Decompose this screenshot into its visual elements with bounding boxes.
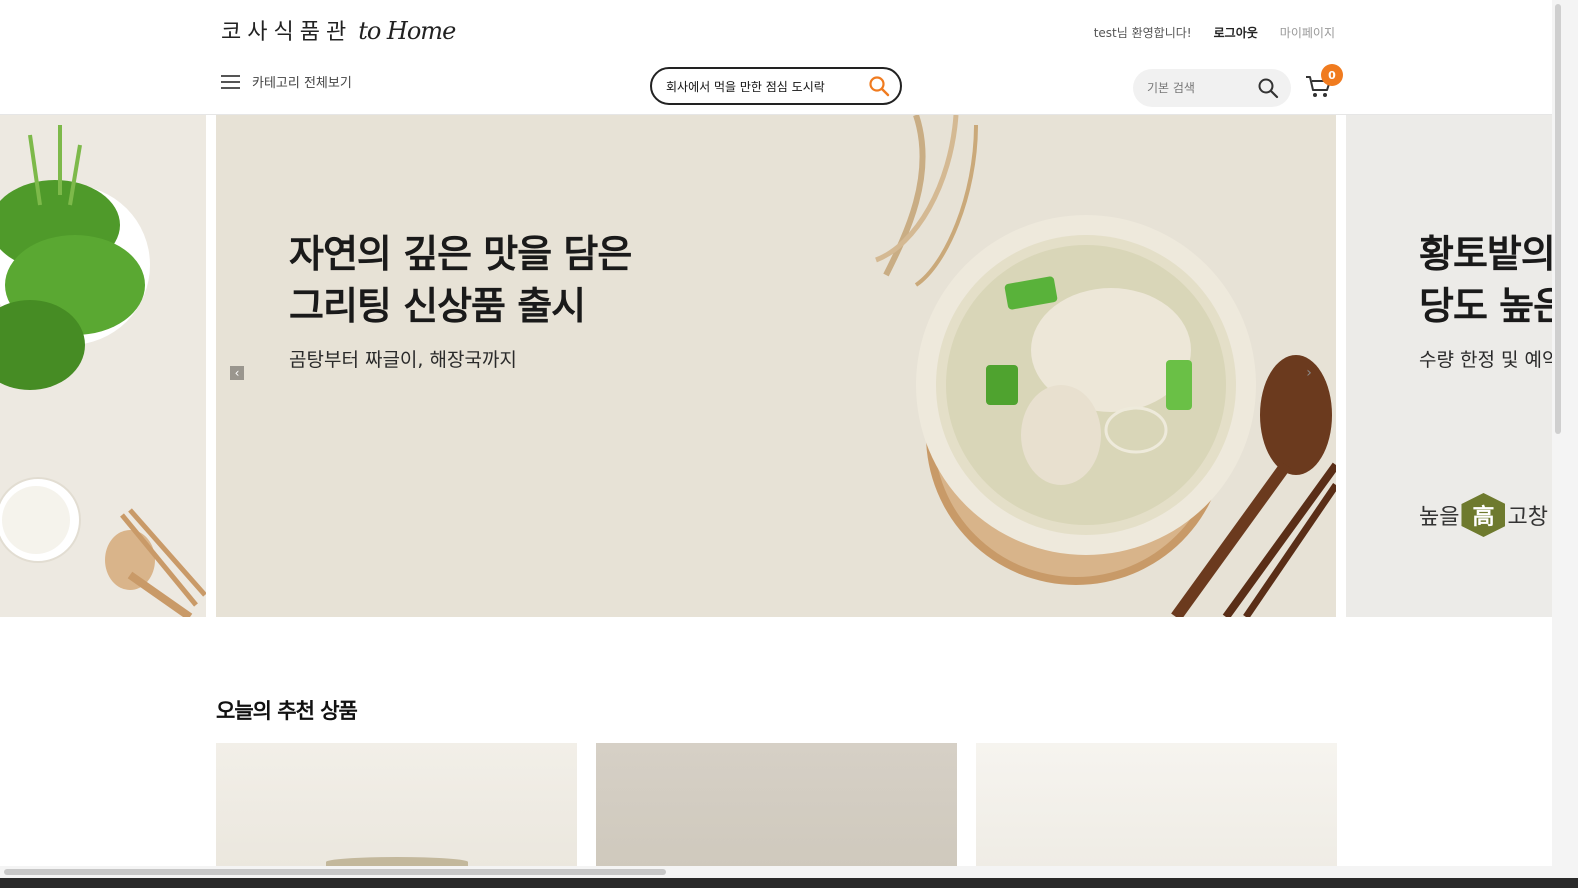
next-banner-title-line2: 당도 높은 <box>1419 284 1552 328</box>
brand-logo-right-text: 고창 <box>1507 505 1548 530</box>
cart-button[interactable]: 0 <box>1305 64 1345 102</box>
chevron-left-icon: ‹ <box>234 366 240 380</box>
brand-mark-icon: 高 <box>1461 493 1506 537</box>
logout-link[interactable]: 로그아웃 <box>1214 24 1258 41</box>
brand-logo-left-text: 높을 <box>1419 505 1460 530</box>
leafy-greens-image <box>0 125 206 617</box>
banner-next-arrow[interactable]: › <box>1302 366 1316 380</box>
recommend-product-list <box>216 743 1337 866</box>
logo-english-text: to Home <box>358 17 456 45</box>
utility-links: test님 환영합니다! 로그아웃 마이페이지 <box>1094 24 1335 41</box>
product-card[interactable] <box>216 743 577 866</box>
category-menu-label: 카테고리 전체보기 <box>252 76 352 91</box>
page: 코사식품관 to Home test님 환영합니다! 로그아웃 마이페이지 카테… <box>0 0 1552 866</box>
product-image <box>976 743 1337 866</box>
banner-prev-arrow[interactable]: ‹ <box>230 366 244 380</box>
next-banner-title-line1: 황토밭의 <box>1419 232 1552 276</box>
hamburger-icon <box>221 74 240 90</box>
product-card[interactable] <box>596 743 957 866</box>
banner-title-line1: 자연의 깊은 맛을 담은 <box>289 232 632 276</box>
cart-count-badge: 0 <box>1321 64 1343 86</box>
category-menu-button[interactable]: 카테고리 전체보기 <box>221 72 352 91</box>
product-card[interactable] <box>976 743 1337 866</box>
product-image <box>596 743 957 866</box>
banner-slide-prev[interactable] <box>0 115 206 617</box>
banner-title: 자연의 깊은 맛을 담은 그리팅 신상품 출시 <box>289 228 632 332</box>
banner-slider: 자연의 깊은 맛을 담은 그리팅 신상품 출시 곰탕부터 짜글이, 해장국까지 … <box>0 115 1552 617</box>
search-icon[interactable] <box>868 75 890 97</box>
site-logo[interactable]: 코사식품관 to Home <box>221 14 456 50</box>
horizontal-scrollbar-thumb[interactable] <box>4 869 666 875</box>
mypage-link[interactable]: 마이페이지 <box>1280 24 1335 41</box>
banner-subtitle: 곰탕부터 짜글이, 해장국까지 <box>289 349 517 371</box>
ai-search-box <box>650 67 902 105</box>
vertical-scrollbar-thumb[interactable] <box>1555 4 1561 434</box>
next-banner-title: 황토밭의 당도 높은 <box>1419 228 1552 332</box>
basic-search-input[interactable] <box>1147 81 1257 95</box>
product-image <box>326 857 468 866</box>
ai-search-input[interactable] <box>666 79 866 93</box>
chevron-right-icon: › <box>1306 365 1312 381</box>
banner-title-line2: 그리팅 신상품 출시 <box>289 284 586 328</box>
gochang-brand-logo: 높을 高 고창 <box>1419 493 1548 537</box>
search-icon[interactable] <box>1257 77 1279 99</box>
next-banner-subtitle: 수량 한정 및 예약 <box>1419 349 1552 371</box>
banner-slide-next[interactable]: 황토밭의 당도 높은 수량 한정 및 예약 높을 高 고창 <box>1346 115 1552 617</box>
welcome-text: test님 환영합니다! <box>1093 26 1192 40</box>
basic-search-box <box>1133 69 1291 107</box>
window-bottom-edge <box>0 878 1578 888</box>
recommend-section-title: 오늘의 추천 상품 <box>216 699 358 723</box>
logo-korean-text: 코사식품관 <box>221 20 353 45</box>
banner-slide-main[interactable]: 자연의 깊은 맛을 담은 그리팅 신상품 출시 곰탕부터 짜글이, 해장국까지 <box>216 115 1336 617</box>
